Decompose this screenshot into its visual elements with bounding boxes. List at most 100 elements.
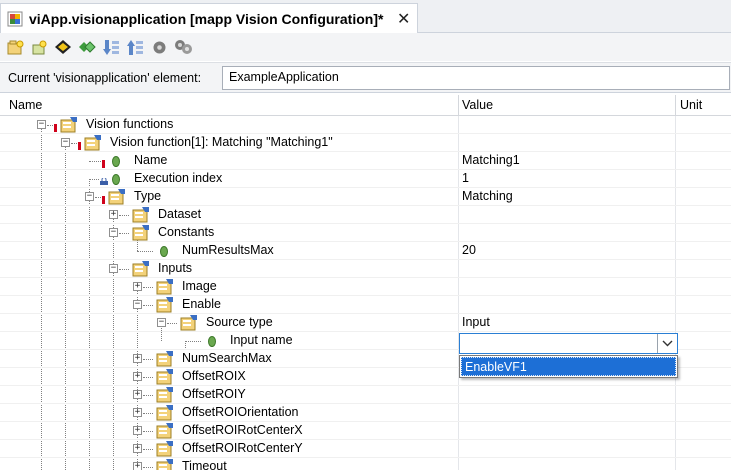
- close-icon[interactable]: ✕: [397, 9, 410, 29]
- column-divider[interactable]: [675, 95, 676, 116]
- tree-row-value[interactable]: Input: [462, 315, 490, 329]
- vision-app-icon: [7, 11, 23, 26]
- column-header-unit[interactable]: Unit: [680, 98, 702, 112]
- parameter-icon: [112, 156, 120, 167]
- expand-toggle[interactable]: +: [133, 444, 142, 453]
- expand-toggle[interactable]: +: [133, 282, 142, 291]
- document-tab[interactable]: viApp.visionapplication [mapp Vision Con…: [0, 3, 418, 33]
- tree-row-dataset[interactable]: + Dataset: [0, 206, 731, 224]
- tree-row-name[interactable]: Name Matching1: [0, 152, 731, 170]
- collapse-toggle[interactable]: −: [109, 228, 118, 237]
- column-divider[interactable]: [458, 95, 459, 116]
- tree-guide: [143, 305, 153, 306]
- move-icon[interactable]: [54, 38, 73, 57]
- tree-row-label: OffsetROIX: [182, 369, 246, 383]
- collapse-toggle[interactable]: −: [37, 120, 46, 129]
- tree-row-vision-functions[interactable]: − Vision functions: [0, 116, 731, 134]
- collapse-toggle[interactable]: −: [109, 264, 118, 273]
- add-element-icon[interactable]: [6, 38, 25, 57]
- chevron-down-icon: [662, 340, 673, 347]
- expand-toggle[interactable]: +: [133, 426, 142, 435]
- required-marker: [78, 142, 81, 150]
- tree-row-label: OffsetROIRotCenterX: [182, 423, 303, 437]
- tree-guide: [89, 179, 99, 180]
- tree-row-value[interactable]: 20: [462, 243, 476, 257]
- tree-row-label: Image: [182, 279, 217, 293]
- add-child-icon[interactable]: [30, 38, 49, 57]
- tree-guide: [143, 467, 153, 468]
- tree-row-inputs[interactable]: − Inputs: [0, 260, 731, 278]
- sort-descending-icon[interactable]: [102, 38, 121, 57]
- tree-row-offsetroiy[interactable]: + OffsetROIY: [0, 386, 731, 404]
- tree-row-timeout[interactable]: + Timeout: [0, 458, 731, 470]
- expand-toggle[interactable]: +: [133, 354, 142, 363]
- tree-row-execution-index[interactable]: Execution index 1: [0, 170, 731, 188]
- tree-guide: [167, 323, 177, 324]
- tree-row-label: Name: [134, 153, 168, 167]
- toolbar: [0, 33, 731, 61]
- required-marker: [54, 124, 57, 132]
- tree-guide: [89, 161, 101, 162]
- dropdown-option-enablevf1[interactable]: EnableVF1: [461, 357, 676, 376]
- multi-settings-icon[interactable]: [174, 38, 193, 57]
- collapse-toggle[interactable]: −: [157, 318, 166, 327]
- folder-icon: [156, 423, 173, 439]
- tree-row-enable[interactable]: − Enable: [0, 296, 731, 314]
- tree-row-label: Source type: [206, 315, 273, 329]
- document-tab-strip: viApp.visionapplication [mapp Vision Con…: [0, 0, 731, 33]
- tree-row-vision-function-1[interactable]: − Vision function[1]: Matching "Matching…: [0, 134, 731, 152]
- tree-row-value[interactable]: Matching: [462, 189, 513, 203]
- expand-toggle[interactable]: +: [109, 210, 118, 219]
- folder-icon: [156, 279, 173, 295]
- tree-row-label: Execution index: [134, 171, 223, 185]
- current-element-field[interactable]: ExampleApplication: [222, 66, 730, 90]
- expand-toggle[interactable]: +: [133, 462, 142, 470]
- tree-guide: [119, 233, 129, 234]
- collapse-toggle[interactable]: −: [61, 138, 70, 147]
- tree-row-label: Timeout: [182, 459, 227, 470]
- folder-icon: [132, 225, 149, 241]
- link-icon[interactable]: [78, 38, 97, 57]
- expand-toggle[interactable]: +: [133, 408, 142, 417]
- sort-ascending-icon[interactable]: [126, 38, 145, 57]
- tree-guide: [143, 287, 153, 288]
- tree-row-image[interactable]: + Image: [0, 278, 731, 296]
- tree-guide: [143, 359, 153, 360]
- tree-row-label: OffsetROIY: [182, 387, 246, 401]
- expand-toggle[interactable]: +: [133, 390, 142, 399]
- settings-icon[interactable]: [150, 38, 169, 57]
- tree-row-label: Vision function[1]: Matching "Matching1": [110, 135, 333, 149]
- tree-row-label: Input name: [230, 333, 293, 347]
- tree-row-label: Constants: [158, 225, 215, 239]
- expand-toggle[interactable]: +: [133, 372, 142, 381]
- folder-icon: [156, 441, 173, 457]
- tree-row-label: NumSearchMax: [182, 351, 272, 365]
- tree-row-offsetroirotcentery[interactable]: + OffsetROIRotCenterY: [0, 440, 731, 458]
- folder-icon: [156, 459, 173, 470]
- tree-row-value[interactable]: 1: [462, 171, 469, 185]
- parameter-icon: [208, 336, 216, 347]
- folder-icon: [60, 117, 77, 133]
- current-element-label: Current 'visionapplication' element:: [8, 71, 202, 85]
- current-element-row: Current 'visionapplication' element: Exa…: [0, 62, 731, 93]
- dropdown-list: EnableVF1: [459, 355, 678, 378]
- tree-row-value[interactable]: Matching1: [462, 153, 520, 167]
- folder-icon: [108, 189, 125, 205]
- dropdown-button[interactable]: [657, 334, 677, 353]
- column-header-value[interactable]: Value: [462, 98, 493, 112]
- tree-row-offsetroiorientation[interactable]: + OffsetROIOrientation: [0, 404, 731, 422]
- tree-guide: [143, 431, 153, 432]
- tree-row-numresultsmax[interactable]: NumResultsMax 20: [0, 242, 731, 260]
- collapse-toggle[interactable]: −: [85, 192, 94, 201]
- input-name-combobox[interactable]: [459, 333, 678, 354]
- property-grid: − Vision functions − Vision function[1]:…: [0, 116, 731, 470]
- tree-guide: [137, 251, 153, 252]
- tree-row-type[interactable]: − Type Matching: [0, 188, 731, 206]
- column-header-name[interactable]: Name: [9, 98, 42, 112]
- tree-guide: [143, 413, 153, 414]
- collapse-toggle[interactable]: −: [133, 300, 142, 309]
- tree-row-label: Vision functions: [86, 117, 174, 131]
- tree-row-source-type[interactable]: − Source type Input: [0, 314, 731, 332]
- tree-row-constants[interactable]: − Constants: [0, 224, 731, 242]
- tree-row-offsetroirotcenterx[interactable]: + OffsetROIRotCenterX: [0, 422, 731, 440]
